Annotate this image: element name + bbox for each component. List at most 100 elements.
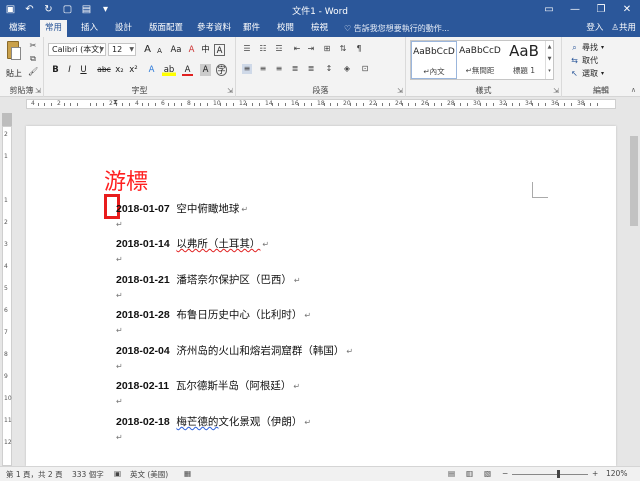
line-spacing-icon[interactable]: ↕ [324, 64, 334, 74]
gallery-scroll[interactable]: ▲ ▼ ▾ [545, 41, 553, 79]
tab-references[interactable]: 參考資料 [192, 20, 236, 37]
signin-link[interactable]: 登入 [586, 20, 603, 37]
decrease-indent-icon[interactable]: ⇤ [292, 44, 302, 54]
document-line[interactable]: 2018-01-21 潘塔奈尔保护区（巴西） ↵ [116, 272, 301, 287]
launcher-icon[interactable]: ⇲ [397, 87, 403, 95]
cut-icon[interactable]: ✂ [28, 41, 38, 51]
shrink-font-button[interactable]: A [154, 45, 165, 57]
ribbon-display-icon[interactable]: ▭ [536, 0, 562, 20]
proofing-icon[interactable]: ▣ [114, 469, 121, 478]
select-button[interactable]: ↖ 選取 ▾ [570, 68, 604, 79]
word-count[interactable]: 333 個字 [72, 469, 104, 480]
ruler-tick [323, 103, 325, 106]
zoom-slider[interactable] [512, 474, 588, 475]
sort-icon[interactable]: ⇅ [338, 44, 348, 54]
document-line[interactable]: 2018-01-14 以弗所（土耳其） ↵ [116, 236, 269, 251]
multilevel-list-icon[interactable]: ☲ [274, 44, 284, 54]
restore-icon[interactable]: ❐ [588, 0, 614, 20]
document-line[interactable]: 2018-02-04 济州岛的火山和熔岩洞窟群（韩国） ↵ [116, 343, 353, 358]
char-shading-button[interactable]: A [200, 64, 211, 76]
underline-button[interactable]: U [78, 64, 89, 76]
tab-view[interactable]: 檢視 [306, 20, 333, 37]
close-icon[interactable]: ✕ [614, 0, 640, 20]
highlight-button[interactable]: ab [162, 64, 176, 76]
tell-me-box[interactable]: ♡ 告訴我您想要執行的動作... [344, 20, 449, 37]
copy-icon[interactable]: ⧉ [28, 54, 38, 64]
superscript-button[interactable]: x² [128, 64, 139, 76]
zoom-slider-thumb[interactable] [556, 470, 560, 478]
tab-design[interactable]: 設計 [110, 20, 137, 37]
document-line[interactable]: 2018-01-28 布鲁日历史中心（比利时） ↵ [116, 307, 311, 322]
launcher-icon[interactable]: ⇲ [35, 87, 41, 95]
document-line[interactable]: 2018-01-07 空中俯瞰地球 ↵ [116, 201, 248, 216]
grow-font-button[interactable]: A [142, 44, 153, 56]
zoom-level[interactable]: 120% [606, 469, 627, 478]
style-no-spacing[interactable]: AaBbCcD ↵無間距 [457, 41, 503, 79]
tab-mailings[interactable]: 郵件 [238, 20, 265, 37]
format-painter-icon[interactable]: 🖌 [28, 67, 38, 77]
tab-review[interactable]: 校閱 [272, 20, 299, 37]
ruler-tick [304, 103, 305, 106]
clear-format-button[interactable]: A [186, 44, 197, 56]
launcher-icon[interactable]: ⇲ [227, 87, 233, 95]
macro-icon[interactable]: ▦ [184, 469, 191, 478]
indent-marker-icon[interactable]: ⧗ [113, 98, 118, 107]
minimize-icon[interactable]: — [562, 0, 588, 20]
find-button[interactable]: ⌕ 尋找 ▾ [570, 42, 604, 53]
text-effects-button[interactable]: A [146, 64, 157, 76]
document-line[interactable]: 2018-02-11 瓦尔德斯半岛（阿根廷） ↵ [116, 378, 300, 393]
page-count[interactable]: 第 1 頁，共 2 頁 [6, 469, 63, 480]
font-size-combo[interactable]: 12 ▼ [108, 43, 136, 56]
print-layout-icon[interactable]: ▥ [466, 469, 473, 478]
align-left-icon[interactable]: ≡ [242, 64, 252, 74]
phonetic-guide-button[interactable]: 中 [200, 44, 211, 56]
replace-button[interactable]: ⇆ 取代 [570, 55, 598, 66]
italic-button[interactable]: I [64, 64, 75, 76]
document-line[interactable]: 2018-02-18 梅芒德的文化景观（伊朗） ↵ [116, 414, 311, 429]
font-name-combo[interactable]: Calibri (本文) ▼ [48, 43, 106, 56]
chevron-up-icon[interactable]: ▲ [546, 41, 553, 53]
justify-icon[interactable]: ≣ [290, 64, 300, 74]
collapse-ribbon-icon[interactable]: ∧ [631, 86, 636, 94]
increase-indent-icon[interactable]: ⇥ [306, 44, 316, 54]
paste-button[interactable] [4, 41, 22, 67]
group-label: 字型 [131, 86, 148, 95]
chinese-layout-icon[interactable]: ⊞ [322, 44, 332, 54]
numbering-icon[interactable]: ☷ [258, 44, 268, 54]
borders-icon[interactable]: ⊡ [360, 64, 370, 74]
language-indicator[interactable]: 英文 (美國) [130, 469, 168, 480]
bullets-icon[interactable]: ☰ [242, 44, 252, 54]
chevron-down-icon[interactable]: ▼ [546, 53, 553, 65]
vertical-ruler[interactable]: 2 1 1 2 3 4 5 6 7 8 9 10 11 12 [2, 126, 12, 466]
horizontal-ruler[interactable]: 4 2 2 4 6 8 10 12 14 16 18 20 22 24 26 28 30 32 34 36 38 ⧗ [0, 97, 640, 111]
change-case-button[interactable]: Aa [168, 44, 184, 56]
style-normal[interactable]: AaBbCcD ↵內文 [411, 41, 457, 79]
vertical-scrollbar[interactable] [628, 126, 640, 466]
align-right-icon[interactable]: ≡ [274, 64, 284, 74]
web-layout-icon[interactable]: ▧ [484, 469, 491, 478]
tab-home[interactable]: 常用 [40, 20, 68, 37]
bold-button[interactable]: B [50, 64, 61, 76]
shading-icon[interactable]: ◈ [342, 64, 352, 74]
zoom-out-button[interactable]: − [502, 469, 508, 478]
subscript-button[interactable]: x₂ [114, 64, 125, 76]
tab-insert[interactable]: 插入 [76, 20, 103, 37]
share-button[interactable]: ♙共用 [611, 20, 636, 37]
tab-layout[interactable]: 版面配置 [144, 20, 188, 37]
distribute-icon[interactable]: ≣ [306, 64, 316, 74]
document-page[interactable]: 游標 2018-01-07 空中俯瞰地球 ↵ ↵ 2018-01-14 以弗所（土… [26, 126, 616, 466]
launcher-icon[interactable]: ⇲ [553, 87, 559, 95]
char-border-button[interactable]: A [214, 44, 225, 56]
scroll-thumb[interactable] [630, 136, 638, 226]
tab-file[interactable]: 檔案 [4, 20, 31, 37]
style-heading-1[interactable]: AaB 標題 1 [501, 41, 547, 79]
more-icon[interactable]: ▾ [546, 65, 553, 77]
show-marks-icon[interactable]: ¶ [354, 44, 364, 54]
font-color-button[interactable]: A [182, 64, 193, 76]
ruler-tick [102, 103, 104, 106]
align-center-icon[interactable]: ≡ [258, 64, 268, 74]
read-mode-icon[interactable]: ▤ [448, 469, 455, 478]
strikethrough-button[interactable]: abc [96, 64, 112, 76]
zoom-in-button[interactable]: + [592, 469, 598, 478]
enclose-char-button[interactable]: 字 [216, 64, 227, 76]
